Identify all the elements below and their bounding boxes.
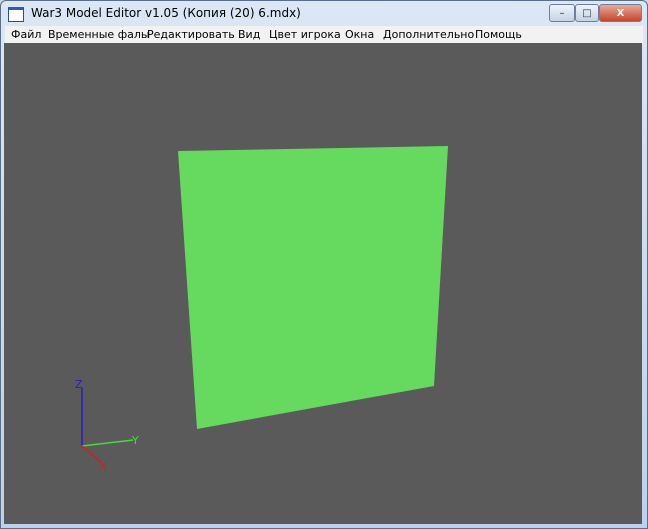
maximize-button[interactable]: □ (575, 4, 599, 22)
app-icon (8, 7, 24, 22)
menu-temp-files[interactable]: Временные фалы (48, 28, 150, 41)
menu-help[interactable]: Помощь (475, 28, 522, 41)
menu-extra[interactable]: Дополнительно (383, 28, 474, 41)
y-axis (81, 439, 134, 447)
x-axis-label: X (99, 460, 107, 473)
menu-view[interactable]: Вид (238, 28, 260, 41)
window-title: War3 Model Editor v1.05 (Копия (20) 6.md… (31, 6, 301, 20)
menu-windows[interactable]: Окна (345, 28, 374, 41)
minimize-button[interactable]: – (549, 4, 575, 22)
3d-viewport[interactable]: Z Y X (4, 43, 642, 524)
title-bar[interactable]: War3 Model Editor v1.05 (Копия (20) 6.md… (1, 1, 647, 26)
menu-file[interactable]: Файл (11, 28, 41, 41)
menu-edit[interactable]: Редактировать (147, 28, 235, 41)
model-mesh (178, 146, 448, 429)
close-button[interactable]: X (599, 4, 642, 22)
y-axis-label: Y (131, 434, 139, 447)
menu-bar: Файл Временные фалы Редактировать Вид Цв… (5, 26, 643, 44)
menu-player-color[interactable]: Цвет игрока (269, 28, 341, 41)
z-axis-label: Z (75, 378, 83, 391)
